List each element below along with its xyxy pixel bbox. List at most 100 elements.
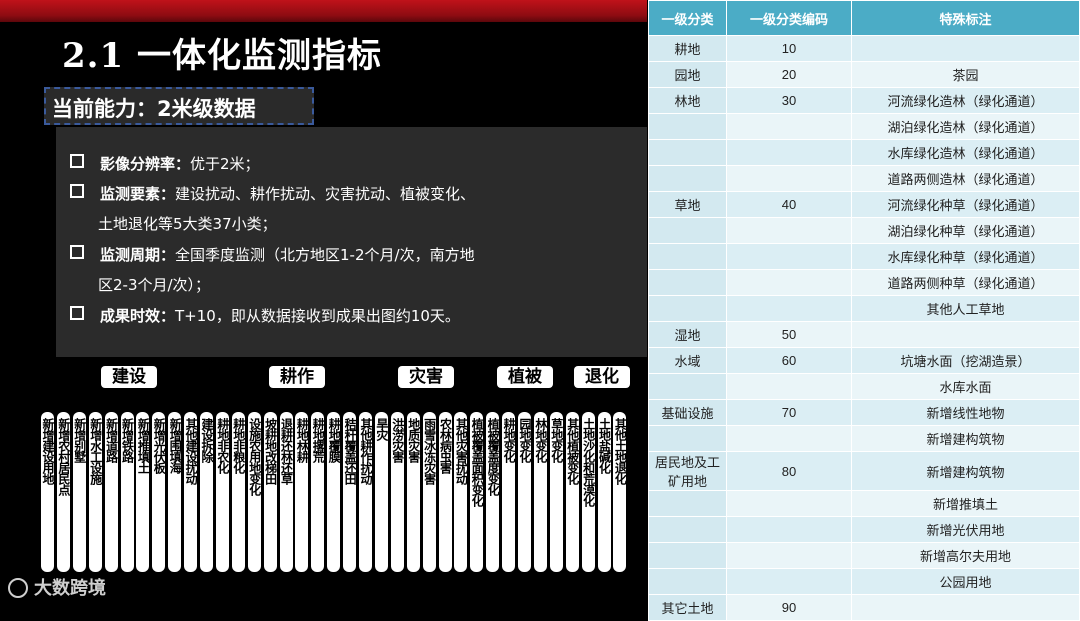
subcategory-item: 其他灾害扰动: [454, 412, 468, 572]
table-row: 湿地 50: [648, 321, 1080, 348]
classification-table: 一级分类 一级分类编码 特殊标注 耕地 10 园地 20 茶园 林地 30 河流绿化造林（绿化…: [648, 0, 1080, 621]
logo-mark-icon: [8, 578, 28, 598]
cell-category: [648, 516, 727, 543]
table-row: 水库水面: [648, 373, 1080, 400]
cell-code: 20: [726, 61, 852, 88]
top-banner: [0, 0, 647, 22]
subcategory-item: 新增水工设施: [88, 412, 102, 572]
table-header: 特殊标注: [851, 0, 1080, 36]
subcategory-item: 坡耕地改梯田: [263, 412, 277, 572]
subcategory-item: 秸秆覆盖还田: [343, 412, 357, 572]
cell-code: 10: [726, 35, 852, 62]
cell-code: [726, 243, 852, 270]
subcategory-item: 耕地变化: [502, 412, 516, 572]
cell-category: 其它土地: [648, 594, 727, 621]
cell-code: [726, 113, 852, 140]
bullet-elements-cont: 土地退化等5大类37小类；: [98, 215, 277, 233]
subcategory-item: 耕地撂荒: [311, 412, 325, 572]
cell-code: [726, 542, 852, 569]
category-construction: 建设: [101, 366, 157, 388]
subcategory-item: 退耕还林还草: [279, 412, 293, 572]
bullet-square-icon: [70, 154, 84, 168]
cell-note: 水库绿化造林（绿化通道）: [851, 139, 1080, 166]
subcategory-item: 其他土地退化: [613, 412, 627, 572]
table-row: 水域 60 坑塘水面（挖湖造景）: [648, 347, 1080, 374]
subcategory-item: 新增建设用地: [41, 412, 54, 572]
bullet-square-icon: [70, 184, 84, 198]
subcategory-item: 新增农村居民点: [56, 412, 70, 572]
cell-note: 新增建构筑物: [851, 425, 1080, 452]
category-farming: 耕作: [269, 366, 325, 388]
subcategory-item: 其他植被变化: [565, 412, 579, 572]
cell-category: 耕地: [648, 35, 727, 62]
subcategory-item: 耕地覆膜: [327, 412, 341, 572]
cell-note: 新增建构筑物: [851, 451, 1080, 491]
cell-category: 草地: [648, 191, 727, 218]
subcategory-item: 耕地非农化: [215, 412, 229, 572]
table-row: 湖泊绿化造林（绿化通道）: [648, 113, 1080, 140]
subcategory-item: 新增推填土: [136, 412, 150, 572]
bullet-timeliness: 成果时效：T+10，即从数据接收到成果出图约10天。: [70, 305, 460, 326]
cell-code: 80: [726, 451, 852, 491]
table-row: 新增高尔夫用地: [648, 542, 1080, 569]
cell-code: 70: [726, 399, 852, 426]
category-vegetation: 植被: [497, 366, 553, 388]
cell-category: 水域: [648, 347, 727, 374]
cell-note: 茶园: [851, 61, 1080, 88]
table-row: 园地 20 茶园: [648, 61, 1080, 88]
cell-code: [726, 516, 852, 543]
cell-code: [726, 165, 852, 192]
cell-note: 新增光伏用地: [851, 516, 1080, 543]
category-degradation: 退化: [574, 366, 630, 388]
subcategory-item: 洪涝灾害: [390, 412, 404, 572]
cell-note: 湖泊绿化造林（绿化通道）: [851, 113, 1080, 140]
cell-category: 湿地: [648, 321, 727, 348]
cell-code: [726, 568, 852, 595]
subcategory-item: 其他耕作扰动: [359, 412, 372, 572]
logo: 大数跨境: [8, 574, 106, 600]
capability-box: 当前能力：2米级数据: [44, 87, 314, 125]
bullet-square-icon: [70, 306, 84, 320]
cell-code: 40: [726, 191, 852, 218]
table-header: 一级分类: [648, 0, 727, 36]
cell-code: [726, 217, 852, 244]
capability-text: 当前能力：2米级数据: [52, 97, 256, 121]
subcategory-item: 新增道路: [104, 412, 118, 572]
cell-note: 新增推填土: [851, 490, 1080, 517]
table-row: 居民地及工矿用地 80 新增建构筑物: [648, 451, 1080, 491]
cell-category: [648, 243, 727, 270]
cell-category: [648, 542, 727, 569]
cell-note: 新增线性地物: [851, 399, 1080, 426]
table-row: 草地 40 河流绿化种草（绿化通道）: [648, 191, 1080, 218]
subcategory-item: 林地变化: [533, 412, 547, 572]
table-row: 湖泊绿化种草（绿化通道）: [648, 217, 1080, 244]
table-row: 新增光伏用地: [648, 516, 1080, 543]
cell-category: 居民地及工矿用地: [648, 451, 727, 491]
cell-note: 公园用地: [851, 568, 1080, 595]
subcategory-item: 草地变化: [549, 412, 563, 572]
cell-category: [648, 217, 727, 244]
cell-category: [648, 165, 727, 192]
cell-code: [726, 295, 852, 322]
cell-code: 60: [726, 347, 852, 374]
subcategory-item: 园地变化: [518, 412, 531, 572]
cell-category: [648, 139, 727, 166]
cell-note: 新增高尔夫用地: [851, 542, 1080, 569]
subcategory-item: 雨雪冰冻灾害: [422, 412, 436, 572]
subcategory-item: 旱灾: [374, 412, 388, 572]
cell-note: [851, 321, 1080, 348]
cell-note: 坑塘水面（挖湖造景）: [851, 347, 1080, 374]
cell-note: 水库绿化种草（绿化通道）: [851, 243, 1080, 270]
cell-category: 园地: [648, 61, 727, 88]
cell-note: 河流绿化种草（绿化通道）: [851, 191, 1080, 218]
cell-code: [726, 139, 852, 166]
cell-note: 道路两侧种草（绿化通道）: [851, 269, 1080, 296]
subcategory-item: 植被覆盖面积变化: [470, 412, 484, 572]
cell-category: 基础设施: [648, 399, 727, 426]
cell-category: [648, 295, 727, 322]
page-title: 2.1 一体化监测指标: [62, 36, 382, 76]
cell-category: [648, 269, 727, 296]
table-row: 基础设施 70 新增线性地物: [648, 399, 1080, 426]
table-row: 道路两侧种草（绿化通道）: [648, 269, 1080, 296]
cell-note: 湖泊绿化种草（绿化通道）: [851, 217, 1080, 244]
